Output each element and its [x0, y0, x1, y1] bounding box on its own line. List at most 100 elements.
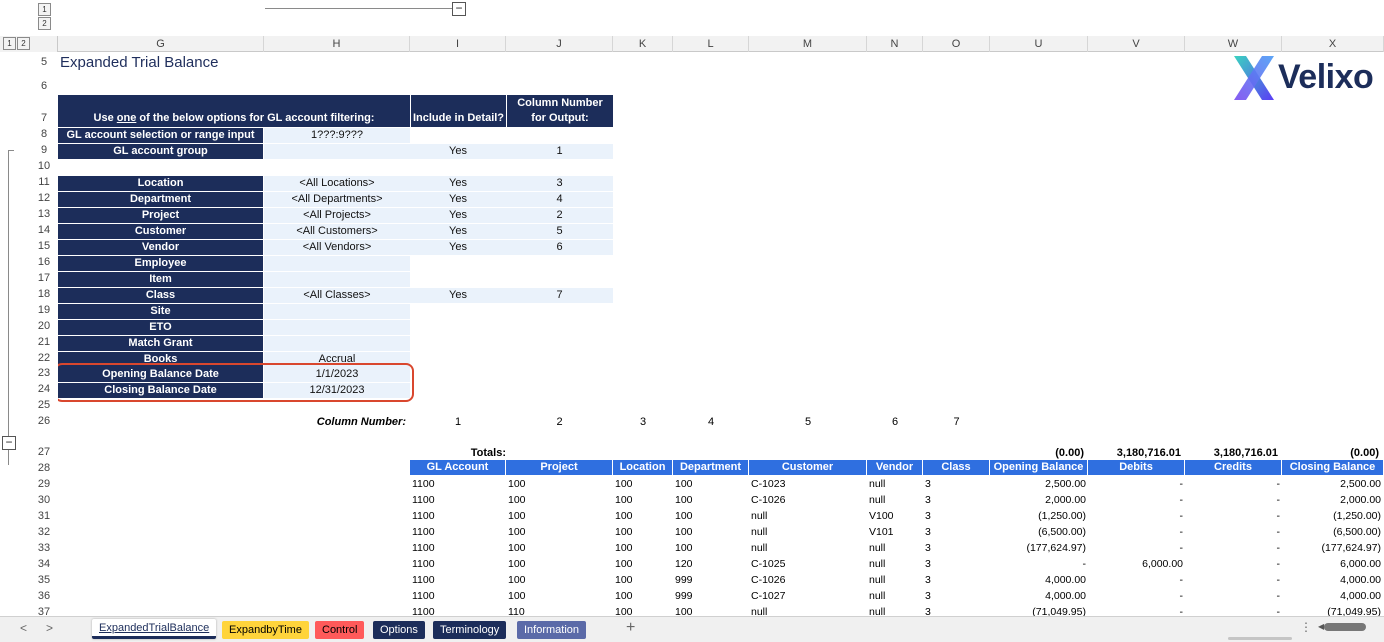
cell-opening-balance[interactable]: 2,000.00 [990, 492, 1086, 508]
column-header-w[interactable]: W [1185, 36, 1282, 52]
cell-vendor[interactable]: V100 [869, 508, 894, 524]
cell-department[interactable]: 999 [675, 572, 693, 588]
cell-debits[interactable]: - [1088, 508, 1184, 524]
column-header-l[interactable]: L [673, 36, 749, 52]
option-value[interactable]: <All Departments> [264, 192, 410, 207]
option-value[interactable]: <All Vendors> [264, 240, 410, 255]
cell-project[interactable]: 100 [508, 524, 526, 540]
cell-debits[interactable]: 6,000.00 [1088, 556, 1183, 572]
horizontal-scroll-track[interactable] [1228, 637, 1292, 640]
cell-department[interactable]: 100 [675, 540, 693, 556]
row-header[interactable]: 18 [32, 288, 56, 300]
cell-project[interactable]: 100 [508, 540, 526, 556]
table-header-credits[interactable]: Credits [1185, 460, 1282, 475]
cell-customer[interactable]: null [751, 540, 767, 556]
option-include[interactable]: Yes [410, 288, 506, 303]
option-column-number[interactable]: 7 [506, 288, 613, 303]
column-header-i[interactable]: I [410, 36, 506, 52]
cell-credits[interactable]: - [1185, 524, 1281, 540]
row-header[interactable]: 33 [32, 542, 56, 554]
cell-class[interactable]: 3 [925, 604, 931, 616]
row-header[interactable]: 19 [32, 304, 56, 316]
option-value[interactable]: <All Classes> [264, 288, 410, 303]
row-header[interactable]: 28 [32, 462, 56, 474]
cell-credits[interactable]: - [1185, 540, 1281, 556]
column-header-k[interactable]: K [613, 36, 673, 52]
cell-location[interactable]: 100 [615, 508, 633, 524]
cell-closing-balance[interactable]: (1,250.00) [1282, 508, 1381, 524]
column-header-m[interactable]: M [749, 36, 867, 52]
row-header[interactable]: 36 [32, 590, 56, 602]
cell-closing-balance[interactable]: (6,500.00) [1282, 524, 1381, 540]
more-options-icon[interactable]: ⋮ [1300, 620, 1312, 634]
cell-location[interactable]: 100 [615, 540, 633, 556]
cell-gl-account[interactable]: 1100 [412, 492, 435, 508]
row-header[interactable]: 30 [32, 494, 56, 506]
cell-customer[interactable]: null [751, 508, 767, 524]
row-header[interactable]: 24 [32, 383, 56, 395]
cell-location[interactable]: 100 [615, 604, 633, 616]
row-header[interactable]: 15 [32, 240, 56, 252]
sheet-tab-control[interactable]: Control [315, 621, 365, 639]
table-header-customer[interactable]: Customer [749, 460, 867, 475]
row-header[interactable]: 20 [32, 320, 56, 332]
option-value[interactable] [264, 144, 410, 159]
row-header[interactable]: 9 [32, 144, 56, 156]
option-column-number[interactable]: 3 [506, 176, 613, 191]
cell-debits[interactable]: - [1088, 572, 1184, 588]
row-header[interactable]: 16 [32, 256, 56, 268]
cell-class[interactable]: 3 [925, 588, 931, 604]
sheet-tab-information[interactable]: Information [517, 621, 587, 639]
table-header-closing-balance[interactable]: Closing Balance [1282, 460, 1384, 475]
option-column-number[interactable]: 2 [506, 208, 613, 223]
cell-vendor[interactable]: null [869, 492, 885, 508]
cell-class[interactable]: 3 [925, 572, 931, 588]
cell-gl-account[interactable]: 1100 [412, 476, 435, 492]
row-header[interactable]: 10 [32, 160, 56, 172]
option-value[interactable] [264, 272, 410, 287]
cell-closing-balance[interactable]: 2,000.00 [1282, 492, 1381, 508]
cell-customer[interactable]: C-1027 [751, 588, 785, 604]
cell-customer[interactable]: C-1023 [751, 476, 785, 492]
cell-opening-balance[interactable]: - [990, 556, 1087, 572]
row-header[interactable]: 21 [32, 336, 56, 348]
row-header[interactable]: 31 [32, 510, 56, 522]
option-column-number[interactable]: 6 [506, 240, 613, 255]
cell-vendor[interactable]: null [869, 540, 885, 556]
option-value[interactable]: <All Projects> [264, 208, 410, 223]
option-include[interactable]: Yes [410, 176, 506, 191]
cell-opening-balance[interactable]: (6,500.00) [990, 524, 1086, 540]
cell-gl-account[interactable]: 1100 [412, 508, 435, 524]
option-value[interactable]: 1???:9??? [264, 128, 410, 143]
row-header[interactable]: 14 [32, 224, 56, 236]
cell-credits[interactable]: - [1185, 572, 1281, 588]
cell-debits[interactable]: - [1088, 492, 1184, 508]
cell-opening-balance[interactable]: (177,624.97) [990, 540, 1086, 556]
cell-closing-balance[interactable]: (71,049.95) [1282, 604, 1381, 616]
cell-credits[interactable]: - [1185, 476, 1281, 492]
cell-credits[interactable]: - [1185, 588, 1281, 604]
cell-customer[interactable]: C-1025 [751, 556, 785, 572]
cell-class[interactable]: 3 [925, 476, 931, 492]
row-header[interactable]: 32 [32, 526, 56, 538]
column-header-o[interactable]: O [923, 36, 990, 52]
column-outline-level-2-button[interactable]: 2 [38, 17, 51, 30]
cell-location[interactable]: 100 [615, 492, 633, 508]
cell-class[interactable]: 3 [925, 540, 931, 556]
worksheet-grid[interactable]: Expanded Trial Balance Velixo Use one of… [58, 52, 1384, 616]
cell-credits[interactable]: - [1185, 604, 1281, 616]
table-header-department[interactable]: Department [673, 460, 749, 475]
cell-project[interactable]: 100 [508, 476, 526, 492]
option-include[interactable]: Yes [410, 192, 506, 207]
cell-location[interactable]: 100 [615, 588, 633, 604]
column-header-u[interactable]: U [990, 36, 1088, 52]
cell-department[interactable]: 100 [675, 492, 693, 508]
cell-closing-balance[interactable]: 6,000.00 [1282, 556, 1381, 572]
cell-opening-balance[interactable]: (1,250.00) [990, 508, 1086, 524]
row-header[interactable]: 35 [32, 574, 56, 586]
cell-department[interactable]: 100 [675, 476, 693, 492]
cell-class[interactable]: 3 [925, 524, 931, 540]
row-header[interactable]: 34 [32, 558, 56, 570]
sheet-tab-expandedtrialbalance[interactable]: ExpandedTrialBalance [92, 619, 217, 639]
scroll-left-arrow-icon[interactable]: ◀ [1318, 622, 1324, 631]
